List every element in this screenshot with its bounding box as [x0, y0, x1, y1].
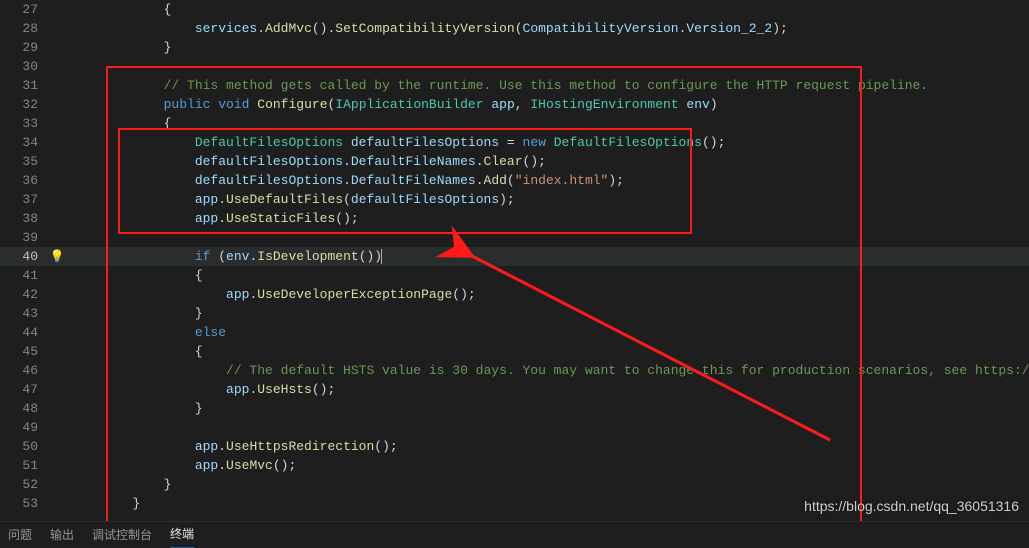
- code-line[interactable]: 27 {: [0, 0, 1029, 19]
- code-content[interactable]: app.UseDeveloperExceptionPage();: [66, 285, 1029, 304]
- code-content[interactable]: // This method gets called by the runtim…: [66, 76, 1029, 95]
- glyph-margin: 💡: [48, 247, 66, 267]
- panel-tab-2[interactable]: 调试控制台: [92, 526, 152, 545]
- code-line[interactable]: 43 }: [0, 304, 1029, 323]
- code-line[interactable]: 48 }: [0, 399, 1029, 418]
- code-line[interactable]: 39: [0, 228, 1029, 247]
- line-number: 44: [0, 323, 48, 342]
- panel-tab-1[interactable]: 输出: [50, 526, 74, 545]
- code-content[interactable]: app.UseStaticFiles();: [66, 209, 1029, 228]
- code-content[interactable]: services.AddMvc().SetCompatibilityVersio…: [66, 19, 1029, 38]
- line-number: 43: [0, 304, 48, 323]
- code-content[interactable]: else: [66, 323, 1029, 342]
- code-line[interactable]: 34 DefaultFilesOptions defaultFilesOptio…: [0, 133, 1029, 152]
- line-number: 34: [0, 133, 48, 152]
- code-content[interactable]: {: [66, 0, 1029, 19]
- line-number: 48: [0, 399, 48, 418]
- code-content[interactable]: // The default HSTS value is 30 days. Yo…: [66, 361, 1029, 380]
- line-number: 28: [0, 19, 48, 38]
- code-line[interactable]: 45 {: [0, 342, 1029, 361]
- code-content[interactable]: }: [66, 304, 1029, 323]
- code-content[interactable]: {: [66, 342, 1029, 361]
- code-line[interactable]: 44 else: [0, 323, 1029, 342]
- code-content[interactable]: }: [66, 494, 1029, 513]
- line-number: 50: [0, 437, 48, 456]
- code-line[interactable]: 35 defaultFilesOptions.DefaultFileNames.…: [0, 152, 1029, 171]
- panel-tab-3[interactable]: 终端: [170, 525, 194, 548]
- code-line[interactable]: 46 // The default HSTS value is 30 days.…: [0, 361, 1029, 380]
- code-content[interactable]: defaultFilesOptions.DefaultFileNames.Cle…: [66, 152, 1029, 171]
- code-content[interactable]: }: [66, 399, 1029, 418]
- line-number: 46: [0, 361, 48, 380]
- line-number: 32: [0, 95, 48, 114]
- code-line[interactable]: 50 app.UseHttpsRedirection();: [0, 437, 1029, 456]
- line-number: 42: [0, 285, 48, 304]
- code-line[interactable]: 28 services.AddMvc().SetCompatibilityVer…: [0, 19, 1029, 38]
- code-content[interactable]: public void Configure(IApplicationBuilde…: [66, 95, 1029, 114]
- code-line[interactable]: 41 {: [0, 266, 1029, 285]
- code-line[interactable]: 30: [0, 57, 1029, 76]
- line-number: 52: [0, 475, 48, 494]
- line-number: 49: [0, 418, 48, 437]
- bottom-panel: 问题输出调试控制台终端: [0, 521, 1029, 548]
- line-number: 40: [0, 247, 48, 266]
- lightbulb-icon[interactable]: 💡: [50, 250, 65, 264]
- code-line[interactable]: 33 {: [0, 114, 1029, 133]
- code-content[interactable]: {: [66, 266, 1029, 285]
- line-number: 29: [0, 38, 48, 57]
- line-number: 33: [0, 114, 48, 133]
- code-line[interactable]: 42 app.UseDeveloperExceptionPage();: [0, 285, 1029, 304]
- line-number: 27: [0, 0, 48, 19]
- line-number: 35: [0, 152, 48, 171]
- line-number: 36: [0, 171, 48, 190]
- line-number: 51: [0, 456, 48, 475]
- line-number: 47: [0, 380, 48, 399]
- code-line[interactable]: 38 app.UseStaticFiles();: [0, 209, 1029, 228]
- code-line[interactable]: 31 // This method gets called by the run…: [0, 76, 1029, 95]
- line-number: 41: [0, 266, 48, 285]
- code-line[interactable]: 36 defaultFilesOptions.DefaultFileNames.…: [0, 171, 1029, 190]
- code-line[interactable]: 52 }: [0, 475, 1029, 494]
- code-content[interactable]: }: [66, 38, 1029, 57]
- code-content[interactable]: app.UseDefaultFiles(defaultFilesOptions)…: [66, 190, 1029, 209]
- code-line[interactable]: 53 }: [0, 494, 1029, 513]
- code-line[interactable]: 37 app.UseDefaultFiles(defaultFilesOptio…: [0, 190, 1029, 209]
- code-editor[interactable]: 27 {28 services.AddMvc().SetCompatibilit…: [0, 0, 1029, 522]
- code-line[interactable]: 47 app.UseHsts();: [0, 380, 1029, 399]
- code-line[interactable]: 29 }: [0, 38, 1029, 57]
- code-content[interactable]: defaultFilesOptions.DefaultFileNames.Add…: [66, 171, 1029, 190]
- line-number: 45: [0, 342, 48, 361]
- code-line[interactable]: 49: [0, 418, 1029, 437]
- code-line[interactable]: 32 public void Configure(IApplicationBui…: [0, 95, 1029, 114]
- code-line[interactable]: 40💡 if (env.IsDevelopment()): [0, 247, 1029, 266]
- line-number: 39: [0, 228, 48, 247]
- line-number: 31: [0, 76, 48, 95]
- line-number: 53: [0, 494, 48, 513]
- code-content[interactable]: if (env.IsDevelopment()): [66, 247, 1029, 266]
- code-content[interactable]: }: [66, 475, 1029, 494]
- code-content[interactable]: app.UseHttpsRedirection();: [66, 437, 1029, 456]
- code-content[interactable]: {: [66, 114, 1029, 133]
- line-number: 38: [0, 209, 48, 228]
- code-content[interactable]: DefaultFilesOptions defaultFilesOptions …: [66, 133, 1029, 152]
- code-line[interactable]: 51 app.UseMvc();: [0, 456, 1029, 475]
- panel-tab-0[interactable]: 问题: [8, 526, 32, 545]
- line-number: 37: [0, 190, 48, 209]
- code-content[interactable]: app.UseHsts();: [66, 380, 1029, 399]
- line-number: 30: [0, 57, 48, 76]
- code-content[interactable]: app.UseMvc();: [66, 456, 1029, 475]
